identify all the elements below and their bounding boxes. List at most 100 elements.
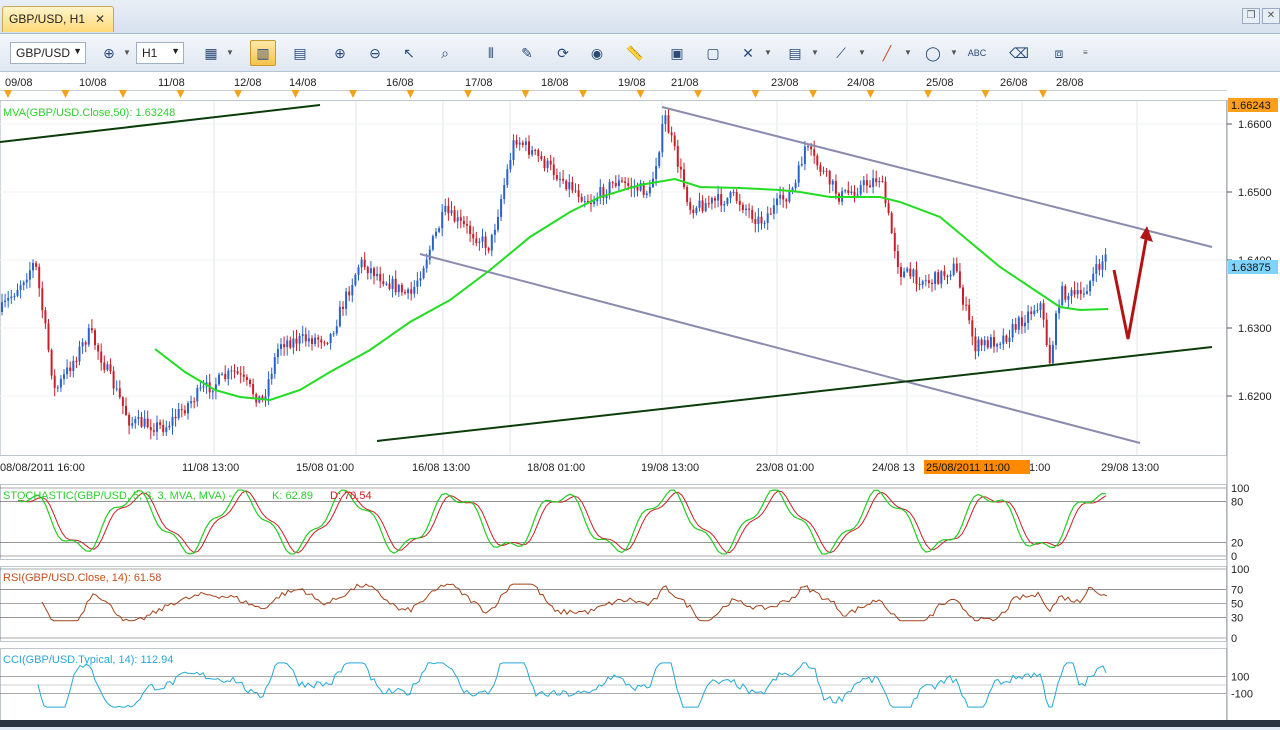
properties-icon[interactable]: ✎ [514,40,540,66]
candle-body [717,194,720,201]
symbol-select[interactable]: GBP/USD ▼ [10,42,86,64]
crosshair-icon[interactable]: ⊕ [96,40,122,66]
chart-area[interactable]: 09/08 10/08 11/08 12/08 14/08 16/08 17/08 18/08… [0,72,1280,727]
candle-body [856,194,859,196]
top-date-label: 26/08 [1000,77,1028,89]
candle-body [583,200,586,202]
candle-body [112,371,115,389]
price-tick-label: 1.6600 [1238,119,1272,131]
candle-body [977,339,980,352]
candle-body [1051,344,1054,364]
candle-body [351,285,354,296]
candle-body [425,259,428,269]
picture-icon[interactable]: ▣ [664,40,690,66]
candle-body [1008,337,1011,342]
candle-body [940,271,943,284]
objects-icon[interactable]: ⧈ [1046,40,1072,66]
candle-body [692,209,695,214]
candle-body [276,348,279,358]
price-chart[interactable]: 09/08 10/08 11/08 12/08 14/08 16/08 17/08 18/08… [0,72,1280,727]
bars-icon[interactable]: ▤ [287,40,313,66]
candle-body [896,251,899,268]
candles-icon[interactable]: ▥ [250,40,276,66]
candle-body [1092,273,1095,282]
chevron-down-icon[interactable]: ▼ [123,48,131,57]
candle-body [878,181,881,183]
chart-type-icon[interactable]: ▦ [198,40,224,66]
candle-body [323,342,326,344]
candle-body [540,155,543,160]
candle-body [1082,293,1085,295]
candle-body [503,185,506,200]
candle-body [819,165,822,172]
chevron-down-icon[interactable]: ▼ [858,48,866,57]
candle-body [1030,311,1033,314]
top-date-label: 21/08 [671,77,699,89]
candle-body [1033,310,1036,314]
candle-body [69,367,72,372]
candle-body [75,360,78,362]
candle-body [360,259,363,268]
candle-body [97,345,100,352]
ruler-icon[interactable]: 📏 [622,40,648,66]
candle-body [487,248,490,251]
refresh-icon[interactable]: ⟳ [550,40,576,66]
timeframe-select[interactable]: H1 ▼ [136,42,184,64]
chevron-down-icon[interactable]: ▼ [950,48,958,57]
ellipse-icon[interactable]: ◯ [920,40,946,66]
candle-body [81,342,84,347]
time-tick-label: 29/08 13:00 [1101,462,1159,474]
candle-body [763,222,766,224]
candle-body [1005,335,1008,342]
candle-body [78,346,81,362]
restore-window-icon[interactable]: ❐ [1242,8,1260,24]
candle-body [751,209,754,220]
candle-body [803,146,806,165]
candle-body [1036,309,1039,311]
candle-body [667,115,670,133]
candle-body [927,280,930,283]
top-date-label: 16/08 [386,77,414,89]
template-icon[interactable]: ▢ [700,40,726,66]
candle-body [199,387,202,389]
candle-body [1079,290,1082,294]
candle-body [137,416,140,419]
chevron-down-icon[interactable]: ▼ [904,48,912,57]
channel-icon[interactable]: ▤ [782,40,808,66]
chevron-down-icon[interactable]: ▼ [226,48,234,57]
candle-body [869,185,871,187]
globe-icon[interactable]: ◉ [584,40,610,66]
candle-body [47,323,50,350]
trendline-icon[interactable]: ⟋ [828,40,854,66]
candle-body [320,339,323,343]
tools-icon[interactable]: ✕ [735,40,761,66]
toolbar-overflow-icon[interactable]: ≡ [1083,48,1088,57]
chevron-down-icon[interactable]: ▼ [764,48,772,57]
price-tick-label: 1.6500 [1238,187,1272,199]
chevron-down-icon[interactable]: ▼ [811,48,819,57]
pencil-icon[interactable]: ╱ [874,40,900,66]
chart-tab[interactable]: GBP/USD, H1 ✕ [2,6,114,32]
time-tick-label: 11/08 13:00 [182,462,239,474]
close-window-icon[interactable]: ✕ [1262,8,1280,24]
cursor-icon[interactable]: ↖ [396,40,422,66]
eraser-icon[interactable]: ⌫ [1006,40,1032,66]
candle-body [345,291,348,309]
candle-body [149,427,152,431]
candle-body [636,187,639,191]
candle-body [342,306,344,309]
status-bar [0,720,1280,727]
zoom-out-icon[interactable]: ⊖ [362,40,388,66]
candle-body [593,201,596,205]
zoom-in-icon[interactable]: ⊕ [327,40,353,66]
candle-body [611,182,614,184]
candle-body [245,376,248,380]
text-icon[interactable]: ABC [964,40,990,66]
candle-body [955,263,958,272]
candle-body [431,236,434,250]
close-tab-icon[interactable]: ✕ [95,12,105,26]
candle-body [1014,323,1017,330]
period-separator-icon[interactable]: ⫴ [478,40,504,66]
zoom-icon[interactable]: ⌕ [432,40,458,66]
top-date-label: 14/08 [289,77,317,89]
